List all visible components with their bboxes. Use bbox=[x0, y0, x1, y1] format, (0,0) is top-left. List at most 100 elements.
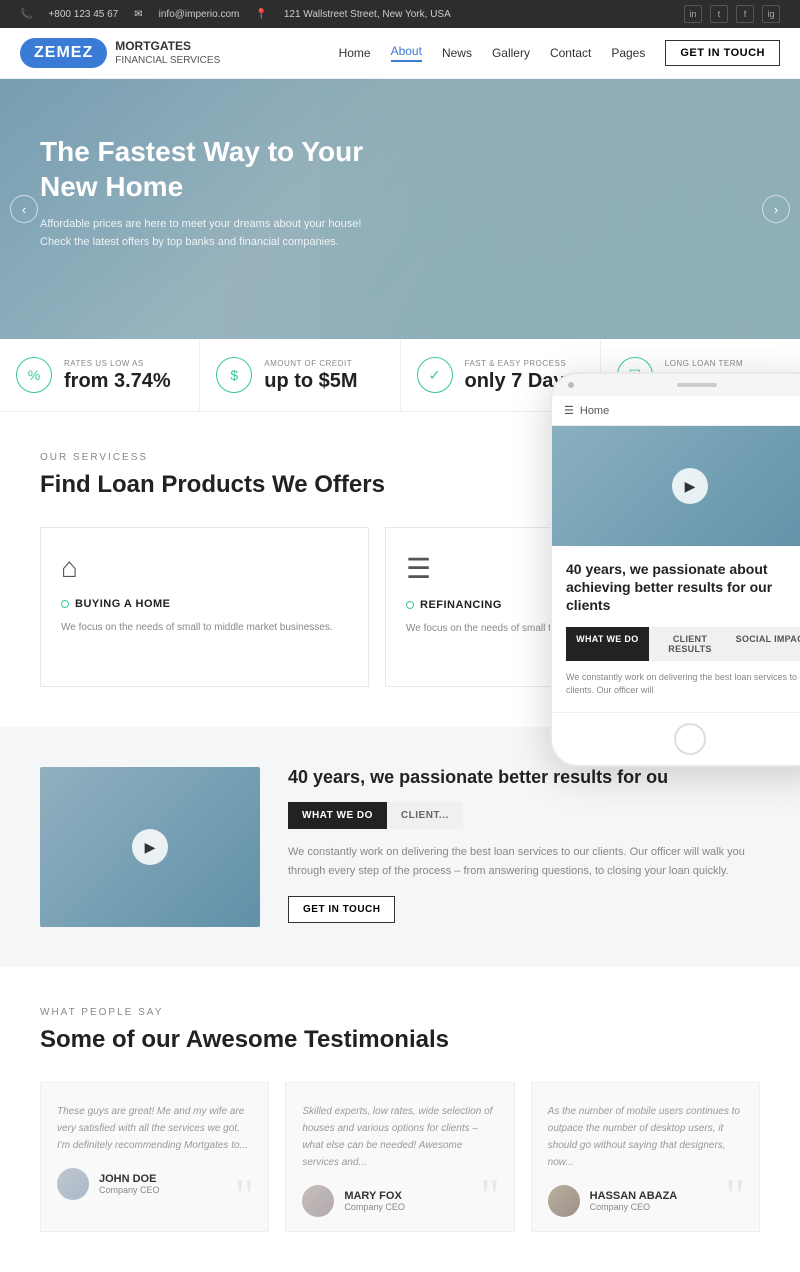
facebook-icon[interactable]: f bbox=[736, 5, 754, 23]
testimonial-3-text: As the number of mobile users continues … bbox=[548, 1103, 743, 1171]
author-2-avatar bbox=[302, 1185, 334, 1217]
buying-home-name: BUYING A HOME bbox=[61, 598, 348, 610]
author-3-name: HASSAN ABAZA bbox=[590, 1190, 678, 1202]
about-description: We constantly work on delivering the bes… bbox=[288, 843, 760, 880]
stat-loan-term-label: LONG LOAN TERM bbox=[665, 359, 743, 368]
about-video-thumb[interactable]: ▶ bbox=[40, 767, 260, 927]
phone-content: 40 years, we passionate about achieving … bbox=[552, 546, 800, 712]
hero-prev-arrow[interactable]: ‹ bbox=[10, 195, 38, 223]
phone-mockup: ☰ Home ▶ 40 years, we passionate about a… bbox=[550, 372, 800, 767]
stat-credit-content: AMOUNT OF CREDIT up to $5M bbox=[264, 359, 357, 391]
phone-camera bbox=[568, 382, 574, 388]
testimonial-2-text: Skilled experts, low rates, wide selecti… bbox=[302, 1103, 497, 1171]
testimonial-1-text: These guys are great! Me and my wife are… bbox=[57, 1103, 252, 1154]
address-text: 121 Wallstreet Street, New York, USA bbox=[284, 9, 451, 20]
about-text: 40 years, we passionate better results f… bbox=[260, 767, 760, 923]
author-1-name: JOHN DOE bbox=[99, 1173, 160, 1185]
instagram-icon[interactable]: ig bbox=[762, 5, 780, 23]
nav-links: Home About News Gallery Contact Pages GE… bbox=[339, 40, 780, 66]
stat-credit-value: up to $5M bbox=[264, 371, 357, 391]
phone-top-bar bbox=[552, 374, 800, 396]
phone-nav: ☰ Home bbox=[552, 396, 800, 426]
nav-about[interactable]: About bbox=[391, 44, 422, 62]
stat-rates-label: RATES US LOW AS bbox=[64, 359, 171, 368]
about-title: 40 years, we passionate better results f… bbox=[288, 767, 760, 788]
stat-process-label: FAST & EASY PROCESS bbox=[465, 359, 576, 368]
quote-mark-1: " bbox=[235, 1173, 255, 1221]
process-icon: ✓ bbox=[417, 357, 453, 393]
phone-speaker bbox=[677, 383, 717, 387]
top-bar: 📞 +800 123 45 67 ✉ info@imperio.com 📍 12… bbox=[0, 0, 800, 28]
phone-bottom bbox=[552, 712, 800, 765]
author-3-info: HASSAN ABAZA Company CEO bbox=[590, 1190, 678, 1212]
email-address: info@imperio.com bbox=[159, 9, 240, 20]
phone-video-thumb[interactable]: ▶ bbox=[552, 426, 800, 546]
email-icon: ✉ bbox=[134, 9, 142, 20]
hero-content: The Fastest Way to Your New Home Afforda… bbox=[0, 79, 420, 306]
testimonial-2: Skilled experts, low rates, wide selecti… bbox=[285, 1082, 514, 1232]
logo-badge[interactable]: ZEMEZ bbox=[20, 38, 107, 68]
nav-pages[interactable]: Pages bbox=[611, 46, 645, 60]
nav-contact[interactable]: Contact bbox=[550, 46, 591, 60]
testimonials-title: Some of our Awesome Testimonials bbox=[40, 1026, 760, 1054]
stat-credit: $ AMOUNT OF CREDIT up to $5M bbox=[200, 339, 400, 411]
phone-home-button[interactable] bbox=[674, 723, 706, 755]
play-button[interactable]: ▶ bbox=[672, 468, 708, 504]
about-tabs: WHAT WE DO CLIENT... bbox=[288, 802, 760, 829]
linkedin-icon[interactable]: in bbox=[684, 5, 702, 23]
twitter-icon[interactable]: t bbox=[710, 5, 728, 23]
phone-heading: 40 years, we passionate about achieving … bbox=[566, 560, 800, 615]
navbar: ZEMEZ MORTGATES FINANCIAL SERVICES Home … bbox=[0, 28, 800, 79]
phone-tab-whatwedo[interactable]: WHAT WE DO bbox=[566, 627, 649, 661]
testimonial-1-author: JOHN DOE Company CEO bbox=[57, 1168, 252, 1200]
testimonial-grid: These guys are great! Me and my wife are… bbox=[40, 1082, 760, 1232]
top-bar-contact: 📞 +800 123 45 67 ✉ info@imperio.com 📍 12… bbox=[20, 9, 451, 20]
nav-gallery[interactable]: Gallery bbox=[492, 46, 530, 60]
author-2-info: MARY FOX Company CEO bbox=[344, 1190, 405, 1212]
nav-news[interactable]: News bbox=[442, 46, 472, 60]
stat-rates-value: from 3.74% bbox=[64, 371, 171, 391]
location-icon: 📍 bbox=[255, 9, 267, 20]
phone-number: +800 123 45 67 bbox=[48, 9, 118, 20]
author-1-role: Company CEO bbox=[99, 1185, 160, 1195]
quote-mark-2: " bbox=[480, 1173, 500, 1221]
testimonial-3-author: HASSAN ABAZA Company CEO bbox=[548, 1185, 743, 1217]
credit-icon: $ bbox=[216, 357, 252, 393]
hero-subtitle: Affordable prices are here to meet your … bbox=[40, 216, 380, 251]
author-3-role: Company CEO bbox=[590, 1202, 678, 1212]
phone-tabs: WHAT WE DO CLIENT RESULTS SOCIAL IMPACT bbox=[566, 627, 800, 661]
testimonial-2-author: MARY FOX Company CEO bbox=[302, 1185, 497, 1217]
brand-name: MORTGATES FINANCIAL SERVICES bbox=[115, 39, 220, 68]
buying-home-icon: ⌂ bbox=[61, 552, 348, 584]
phone-menu-icon: ☰ bbox=[564, 404, 574, 417]
author-2-role: Company CEO bbox=[344, 1202, 405, 1212]
testimonials-section: WHAT PEOPLE SAY Some of our Awesome Test… bbox=[0, 967, 800, 1272]
services-section: OUR SERVICESS Find Loan Products We Offe… bbox=[0, 412, 800, 727]
phone-icon: 📞 bbox=[20, 9, 32, 20]
about-play-button[interactable]: ▶ bbox=[132, 829, 168, 865]
stat-rates-content: RATES US LOW AS from 3.74% bbox=[64, 359, 171, 391]
nav-home[interactable]: Home bbox=[339, 46, 371, 60]
testimonials-tag: WHAT PEOPLE SAY bbox=[40, 1007, 760, 1018]
social-links: in t f ig bbox=[684, 5, 780, 23]
testimonial-1: These guys are great! Me and my wife are… bbox=[40, 1082, 269, 1232]
author-3-avatar bbox=[548, 1185, 580, 1217]
service-buying-home: ⌂ BUYING A HOME We focus on the needs of… bbox=[40, 527, 369, 687]
buying-home-desc: We focus on the needs of small to middle… bbox=[61, 620, 348, 636]
hero-section: ‹ The Fastest Way to Your New Home Affor… bbox=[0, 79, 800, 339]
author-1-avatar bbox=[57, 1168, 89, 1200]
about-tab-whatwedo[interactable]: WHAT WE DO bbox=[288, 802, 387, 829]
get-in-touch-button[interactable]: GET IN TOUCH bbox=[665, 40, 780, 66]
rates-icon: % bbox=[16, 357, 52, 393]
hero-title: The Fastest Way to Your New Home bbox=[40, 134, 380, 204]
hero-next-arrow[interactable]: › bbox=[762, 195, 790, 223]
about-tab-client[interactable]: CLIENT... bbox=[387, 802, 463, 829]
stat-rates: % RATES US LOW AS from 3.74% bbox=[0, 339, 200, 411]
phone-tab-socialimpact[interactable]: SOCIAL IMPACT bbox=[731, 627, 800, 661]
about-get-in-touch-button[interactable]: GET IN TOUCH bbox=[288, 896, 395, 923]
phone-nav-label: Home bbox=[580, 405, 609, 417]
testimonial-3: As the number of mobile users continues … bbox=[531, 1082, 760, 1232]
quote-mark-3: " bbox=[725, 1173, 745, 1221]
phone-body-text: We constantly work on delivering the bes… bbox=[566, 671, 800, 698]
phone-tab-clientresults[interactable]: CLIENT RESULTS bbox=[649, 627, 732, 661]
